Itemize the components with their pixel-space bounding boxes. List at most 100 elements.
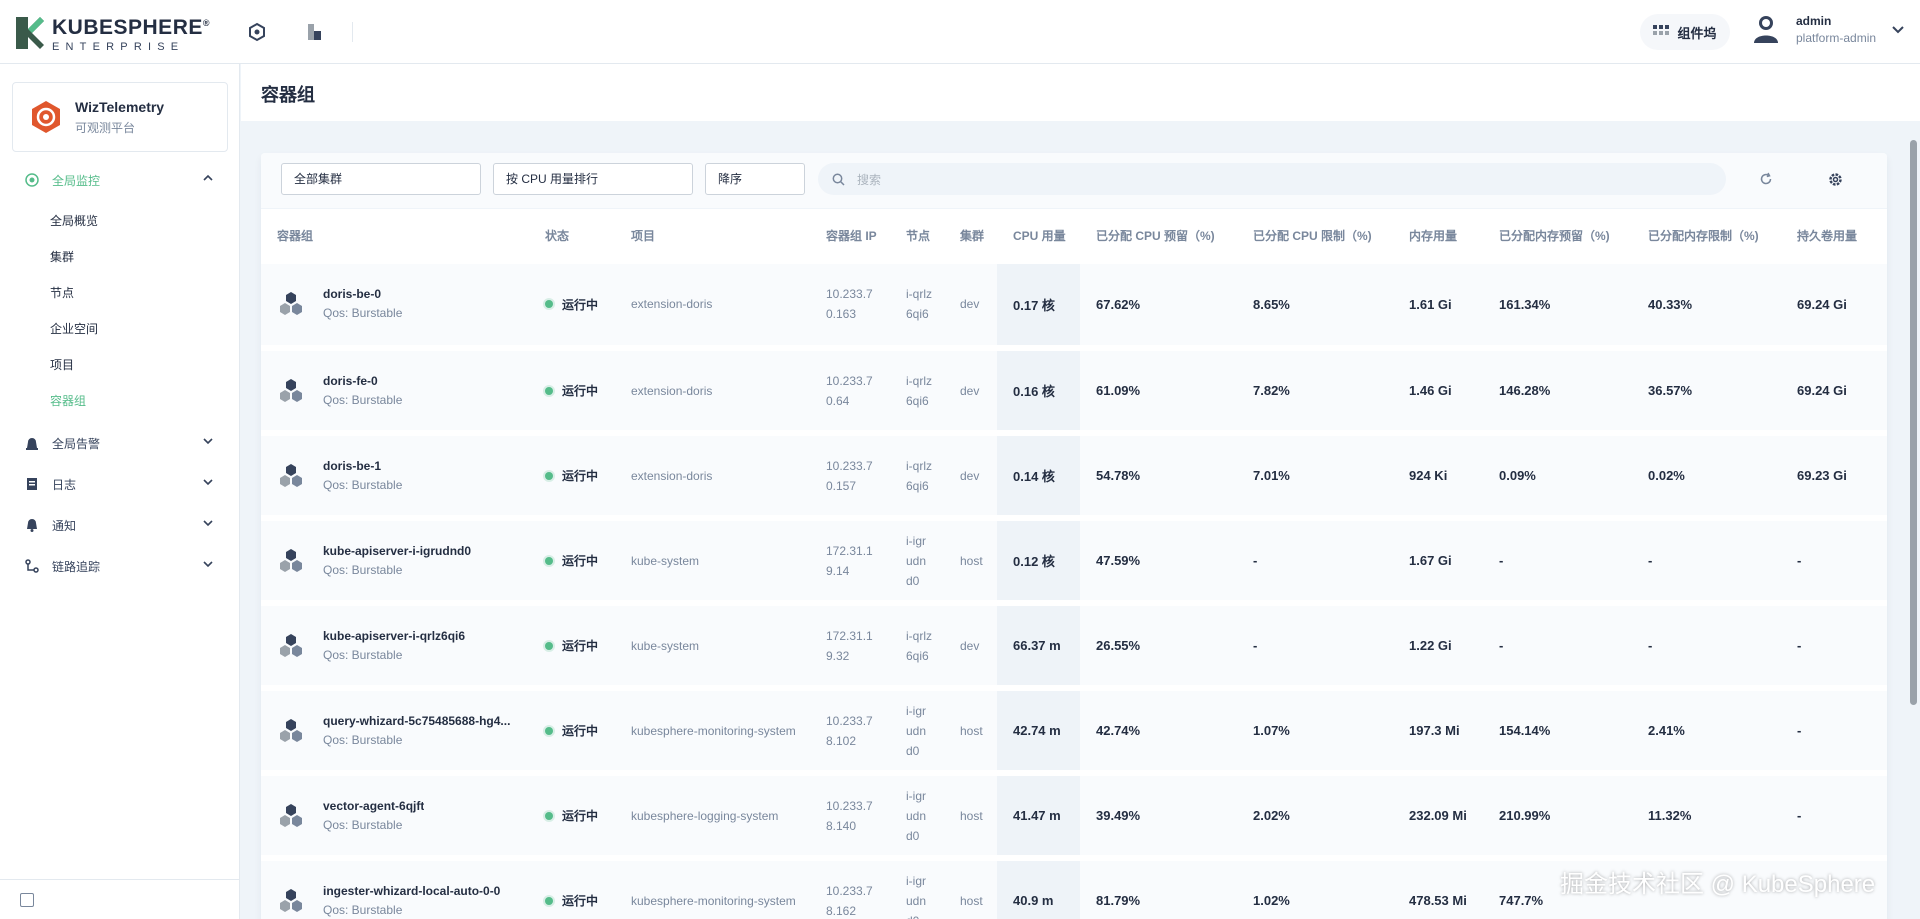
cluster-cell[interactable]: dev [944,347,997,436]
table-row[interactable]: kube-apiserver-i-qrlz6qi6 Qos: Burstable 运… [261,602,1887,691]
project-cell[interactable]: extension-doris [615,432,810,521]
pod-name[interactable]: kube-apiserver-i-qrlz6qi6 [323,627,465,645]
node-name[interactable]: i-qrlz6qi6 [906,626,932,666]
workbench-button[interactable]: 组件坞 [1640,14,1730,50]
column-header[interactable]: CPU 用量 [997,209,1080,263]
table-row[interactable]: kube-apiserver-i-igrudnd0 Qos: Burstable 运… [261,517,1887,606]
pod-name[interactable]: query-whizard-5c75485688-hg4... [323,712,510,730]
pod-name[interactable]: doris-be-0 [323,285,402,303]
cluster-cell[interactable]: dev [944,432,997,521]
nav-item-nodes[interactable]: 节点 [50,284,74,302]
project-cell[interactable]: kube-system [615,602,810,691]
table-row[interactable]: vector-agent-6qjft Qos: Burstable 运行中 kubes… [261,772,1887,861]
cpu-request-cell: 81.79% [1080,857,1237,919]
search-placeholder: 搜索 [857,172,882,187]
order-select[interactable]: 降序 [705,163,805,195]
ip-cell: 10.233.70.163 [810,262,890,351]
nav-group-global-monitoring[interactable]: 全局监控 [24,168,220,192]
enterprise-space-icon[interactable] [302,20,326,44]
nav-item-projects[interactable]: 项目 [50,356,74,374]
sort-select[interactable]: 按 CPU 用量排行 [493,163,693,195]
column-header[interactable]: 已分配内存预留（%) [1483,209,1632,263]
cpu-limit-cell: 8.65% [1237,262,1393,351]
gear-icon[interactable] [1825,169,1845,189]
column-header[interactable]: 已分配 CPU 预留（%) [1080,209,1237,263]
node-name[interactable]: i-qrlz6qi6 [906,371,932,411]
project-cell[interactable]: kubesphere-monitoring-system [615,687,810,776]
column-header[interactable]: 容器组 IP [810,209,890,263]
project-cell[interactable]: extension-doris [615,262,810,351]
pod-name[interactable]: vector-agent-6qjft [323,797,424,815]
status-text: 运行中 [562,469,599,483]
cluster-cell[interactable]: host [944,687,997,776]
pod-icon [280,548,302,572]
pod-cell: ingester-whizard-local-auto-0-0 Qos: Burs… [261,857,529,919]
pods-table: 容器组 状态 项目 容器组 IP 节点 集群 CPU 用量 已分配 CPU 预留… [261,209,1887,919]
nav-item-pods[interactable]: 容器组 [50,392,86,410]
table-row[interactable]: doris-be-1 Qos: Burstable 运行中 extension-dor… [261,432,1887,521]
monitoring-icon [25,173,39,187]
table-row[interactable]: doris-be-0 Qos: Burstable 运行中 extension-dor… [261,262,1887,351]
pod-name[interactable]: doris-be-1 [323,457,402,475]
memory-limit-cell: 11.32% [1632,772,1781,861]
cluster-cell[interactable]: dev [944,262,997,351]
project-cell[interactable]: kubesphere-monitoring-system [615,857,810,919]
column-header[interactable]: 项目 [615,209,810,263]
sidebar-collapse-button[interactable] [0,879,240,919]
page-scrollbar[interactable] [1908,120,1920,919]
app-card[interactable]: WizTelemetry 可观测平台 [12,82,228,152]
nav-group-logs[interactable]: 日志 [24,472,220,496]
cluster-cell[interactable]: host [944,857,997,919]
pod-name[interactable]: kube-apiserver-i-igrudnd0 [323,542,471,560]
cluster-icon[interactable] [245,20,269,44]
pod-qos: Qos: Burstable [323,392,403,407]
kubesphere-logo-icon [16,16,44,49]
pod-cell: vector-agent-6qjft Qos: Burstable [261,772,529,861]
search-input[interactable]: 搜索 [818,163,1726,195]
ip-cell: 10.233.78.162 [810,857,890,919]
chevron-down-icon [203,438,213,445]
project-cell[interactable]: kube-system [615,517,810,606]
column-header[interactable]: 容器组 [261,209,529,263]
column-header[interactable]: 节点 [890,209,944,263]
cpu-usage-cell: 42.74 m [997,687,1080,776]
kubesphere-logo[interactable]: KUBESPHERE® ENTERPRISE [14,12,210,53]
column-header[interactable]: 集群 [944,209,997,263]
cluster-cell[interactable]: dev [944,602,997,691]
node-name[interactable]: i-igrudnd0 [906,871,932,919]
user-menu[interactable]: admin platform-admin [1752,12,1904,46]
page-title: 容器组 [261,85,315,105]
column-header[interactable]: 持久卷用量 [1781,209,1887,263]
node-name[interactable]: i-igrudnd0 [906,786,932,846]
status-dot-icon [545,556,553,565]
node-name[interactable]: i-qrlz6qi6 [906,284,932,324]
cluster-cell[interactable]: host [944,517,997,606]
refresh-icon[interactable] [1756,169,1776,189]
pod-icon [280,803,302,827]
table-row[interactable]: query-whizard-5c75485688-hg4... Qos: Burs… [261,687,1887,776]
node-name[interactable]: i-igrudnd0 [906,531,932,591]
node-name[interactable]: i-qrlz6qi6 [906,456,932,496]
nav-item-workspaces[interactable]: 企业空间 [50,320,98,338]
column-header[interactable]: 内存用量 [1393,209,1483,263]
pod-name[interactable]: doris-fe-0 [323,372,402,390]
cluster-cell[interactable]: host [944,772,997,861]
project-cell[interactable]: extension-doris [615,347,810,436]
nav-item-clusters[interactable]: 集群 [50,248,74,266]
node-name[interactable]: i-igrudnd0 [906,701,932,761]
cluster-select[interactable]: 全部集群 [281,163,481,195]
column-header[interactable]: 已分配内存限制（%) [1632,209,1781,263]
chevron-down-icon [203,561,213,568]
column-header[interactable]: 状态 [529,209,615,263]
table-row[interactable]: doris-fe-0 Qos: Burstable 运行中 extension-dor… [261,347,1887,436]
nav-group-notifications[interactable]: 通知 [24,513,220,537]
column-header[interactable]: 已分配 CPU 限制（%) [1237,209,1393,263]
project-cell[interactable]: kubesphere-logging-system [615,772,810,861]
nav-item-overview[interactable]: 全局概览 [50,212,98,230]
nav-group-tracing[interactable]: 链路追踪 [24,554,220,578]
pod-icon [280,633,302,657]
nav-group-global-alerts[interactable]: 全局告警 [24,431,220,455]
pod-name[interactable]: ingester-whizard-local-auto-0-0 [323,882,500,900]
cpu-request-cell: 39.49% [1080,772,1237,861]
scrollbar-thumb[interactable] [1910,140,1917,705]
